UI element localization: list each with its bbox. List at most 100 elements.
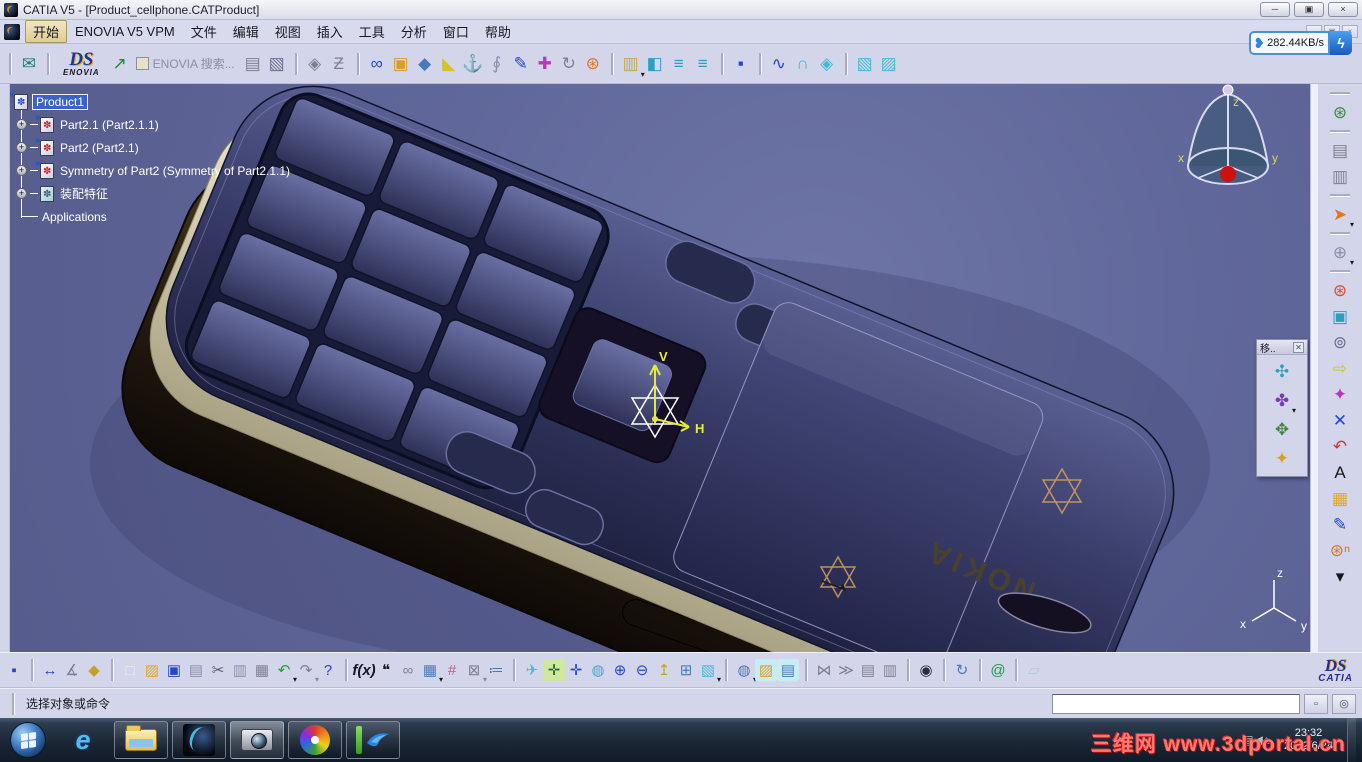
dropdown-arrow[interactable]: ▾ — [717, 675, 721, 684]
select-cube-icon-2[interactable]: ▨ — [877, 52, 901, 76]
link-icon[interactable]: ∞ — [397, 659, 419, 681]
palette-close-icon[interactable]: ✕ — [1293, 341, 1304, 353]
taskbar-media-button[interactable] — [288, 721, 342, 759]
rename-numbering-icon[interactable]: A — [1328, 460, 1352, 484]
menu-view[interactable]: 视图 — [267, 20, 309, 43]
copy-icon[interactable]: ▥ — [229, 659, 251, 681]
clipboard-doc-icon-1[interactable]: ▤ — [1328, 138, 1352, 162]
annotate-window-icon[interactable]: ✎ — [509, 52, 533, 76]
camera-capture-icon[interactable]: ◉ — [915, 659, 937, 681]
iso-view-icon[interactable]: ▧ ▾ — [697, 659, 721, 685]
tree-node-part2-1[interactable]: + ✽ Part2.1 (Part2.1.1) — [14, 113, 292, 136]
measure-between-icon[interactable]: ↔ — [39, 659, 61, 681]
paste-icon[interactable]: ▦ — [251, 659, 273, 681]
fit-all-icon[interactable]: ✛ — [543, 659, 565, 681]
taskbar-catia-button[interactable] — [172, 721, 226, 759]
tree-node-applications[interactable]: Applications — [14, 205, 292, 228]
gears-flag-icon[interactable]: ⊛ — [1328, 100, 1352, 124]
play-icon[interactable]: ≫ — [835, 659, 857, 681]
tree-node-label[interactable]: 装配特征 — [58, 185, 110, 202]
eraser-icon[interactable]: ▱ — [1023, 659, 1045, 681]
tree-node-label[interactable]: Part2.1 (Part2.1.1) — [58, 118, 161, 132]
taskbar-ie-button[interactable]: e — [56, 721, 110, 759]
send-item-icon[interactable]: ✉ — [17, 52, 41, 76]
manipulate-icon[interactable]: ✣ — [1270, 359, 1294, 383]
structure-tree-icon[interactable]: ▦ — [1328, 486, 1352, 510]
minimize-button[interactable]: ─ — [1260, 2, 1290, 17]
taskbar-thunder-button[interactable] — [346, 721, 400, 759]
import-star-icon[interactable]: ✦ — [1328, 382, 1352, 406]
tree-expand-icon-2[interactable]: ≡ — [691, 52, 715, 76]
report-icon-1[interactable]: ▤ — [857, 659, 879, 681]
tree-node-part2[interactable]: + ✽ Part2 (Part2.1) — [14, 136, 292, 159]
dock-handle-icon[interactable]: ▪ — [3, 659, 25, 681]
redo-icon[interactable]: ↷ ▾ — [295, 659, 319, 685]
pan-icon[interactable]: ✛ — [565, 659, 587, 681]
show-desktop-button[interactable] — [1347, 718, 1356, 762]
sketch-triangle-icon[interactable]: ◣ — [437, 52, 461, 76]
drag-item-icon[interactable]: ◈ — [303, 52, 327, 76]
menu-file[interactable]: 文件 — [183, 20, 225, 43]
menu-enovia-v5-vpm[interactable]: ENOVIA V5 VPM — [67, 22, 183, 41]
rotate-icon[interactable]: ◍ — [587, 659, 609, 681]
measure-item-icon[interactable]: ∡ — [61, 659, 83, 681]
dropdown-arrow[interactable]: ▾ — [1350, 220, 1354, 229]
download-speed-widget[interactable]: ❥ 282.44KB/s ϟ — [1249, 31, 1352, 55]
gear-pointer-icon[interactable]: ⊕ ▾ — [1328, 240, 1354, 268]
menu-start[interactable]: 开始 — [25, 20, 68, 43]
menu-edit[interactable]: 编辑 — [225, 20, 267, 43]
select-arrow-icon[interactable]: ➤ ▾ — [1328, 202, 1354, 230]
report-icon-2[interactable]: ▥ — [879, 659, 901, 681]
tree-node-label[interactable]: Applications — [40, 210, 109, 224]
undo-icon[interactable]: ↶ ▾ — [273, 659, 297, 685]
view-glasses-icon[interactable]: ∞ — [365, 52, 389, 76]
normal-view-icon[interactable]: ↥ — [653, 659, 675, 681]
lock-icon[interactable]: ⊠ ▾ — [463, 659, 487, 685]
taskbar-explorer-button[interactable] — [114, 721, 168, 759]
3d-viewport[interactable]: NOKIA V H z x y z x y ✱ ✽ Product1 + ✱ ✽… — [10, 84, 1310, 652]
tree-edit-icon[interactable]: ✎ — [1328, 512, 1352, 536]
tree-expander[interactable]: + — [16, 165, 27, 176]
hide-show-icon[interactable]: ▨ — [755, 659, 777, 681]
enovia-search-checkbox[interactable] — [135, 57, 149, 70]
tree-expand-icon-1[interactable]: ≡ — [667, 52, 691, 76]
anchor-icon[interactable]: ⚓ — [461, 52, 485, 76]
quad-view-icon[interactable]: ⊞ — [675, 659, 697, 681]
update-icon[interactable]: ↻ — [557, 52, 581, 76]
comment-bubble-icon[interactable]: ❝ — [375, 659, 397, 681]
zoom-out-icon[interactable]: ⊖ — [631, 659, 653, 681]
close-button[interactable]: × — [1328, 2, 1358, 17]
help-what-icon[interactable]: ? — [317, 659, 339, 681]
restore-button[interactable]: ▣ — [1294, 2, 1324, 17]
enovia-search-label[interactable]: ENOVIA 搜索... — [153, 55, 235, 72]
transfer-icon[interactable]: Ƶ — [327, 52, 351, 76]
render-style-icon[interactable]: ◍▾ — [733, 659, 757, 685]
more-tools-arrow[interactable]: ▾ — [1328, 564, 1352, 588]
tree-node-label[interactable]: Part2 (Part2.1) — [58, 141, 141, 155]
menu-insert[interactable]: 插入 — [309, 20, 351, 43]
list-undo-icon[interactable]: ↶ — [1328, 434, 1352, 458]
dropdown-arrow[interactable]: ▾ — [1292, 406, 1296, 415]
start-button[interactable] — [10, 722, 46, 758]
gear-pair-icon[interactable]: ⊚ — [1328, 330, 1352, 354]
tree-node-label[interactable]: Symmetry of Part2 (Symmetry of Part2.1.1… — [58, 164, 292, 178]
dock-dot-icon[interactable]: ▪ — [729, 52, 753, 76]
new-file-icon[interactable]: □ — [119, 659, 141, 681]
component-constraint-icon[interactable]: ✕ — [1328, 408, 1352, 432]
manikin-box-icon[interactable]: ▣ — [389, 52, 413, 76]
explode-icon[interactable]: ✥ — [1270, 417, 1294, 441]
relations-graph-icon[interactable]: # — [441, 659, 463, 681]
tree-expander[interactable]: + — [16, 119, 27, 130]
door-window-icon[interactable]: ◧ — [643, 52, 667, 76]
export-arrow-icon[interactable]: ⇨ — [1328, 356, 1352, 380]
open-folder-icon[interactable]: ▨ — [141, 659, 163, 681]
enovia-book-icon[interactable]: ▧ — [265, 52, 289, 76]
power-input-info-button[interactable]: ◎ — [1332, 693, 1356, 714]
select-cube-icon-1[interactable]: ▧ — [853, 52, 877, 76]
menu-tools[interactable]: 工具 — [351, 20, 393, 43]
mechanism-gears-icon[interactable]: ⊛ — [1328, 278, 1352, 302]
open-body-icon[interactable]: ▥ ▾ — [619, 52, 645, 79]
design-table-icon[interactable]: ▦ ▾ — [419, 659, 443, 685]
doc-gear-transfer-icon[interactable]: ▣ — [1328, 304, 1352, 328]
taskbar-camera-button[interactable] — [230, 721, 284, 759]
